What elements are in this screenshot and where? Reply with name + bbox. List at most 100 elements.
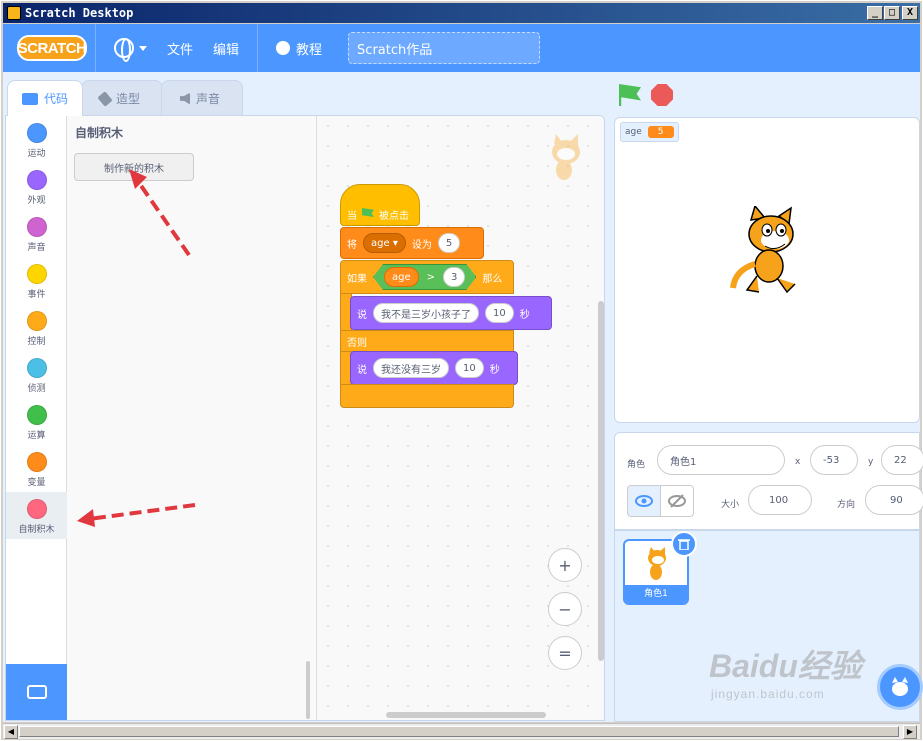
compare-input[interactable]: 3 bbox=[443, 267, 465, 287]
category-label: 侦测 bbox=[27, 384, 46, 394]
category-label: 控制 bbox=[27, 337, 46, 347]
block-label: 说 bbox=[357, 309, 367, 321]
sprite-name: 角色1 bbox=[625, 585, 687, 603]
variable-monitor[interactable]: age 5 bbox=[620, 122, 679, 142]
category-dot bbox=[26, 499, 47, 519]
minimize-button[interactable]: _ bbox=[867, 6, 883, 20]
age-reporter[interactable]: age bbox=[384, 267, 419, 287]
cat-face-icon bbox=[892, 677, 908, 696]
scrollbar-thumb[interactable] bbox=[19, 726, 899, 737]
set-variable-block[interactable]: 将 age ▾ 设为 5 bbox=[340, 227, 484, 259]
cat-thumbnail-icon bbox=[648, 547, 666, 580]
category-variables[interactable]: 变量 bbox=[6, 445, 67, 492]
script-scrollbar-horizontal[interactable] bbox=[386, 712, 546, 718]
maximize-button[interactable]: □ bbox=[884, 6, 900, 20]
value-input[interactable]: 5 bbox=[437, 233, 461, 253]
code-icon bbox=[22, 92, 38, 105]
speaker-icon bbox=[180, 92, 191, 105]
tab-label: 代码 bbox=[44, 92, 69, 106]
block-label: 如果 bbox=[347, 273, 367, 285]
category-dot bbox=[26, 358, 47, 378]
category-sound[interactable]: 声音 bbox=[6, 210, 67, 257]
category-events[interactable]: 事件 bbox=[6, 257, 67, 304]
x-label: x bbox=[795, 457, 801, 467]
category-label: 事件 bbox=[27, 290, 46, 300]
edit-menu[interactable]: 编辑 bbox=[203, 24, 249, 72]
palette-scrollbar[interactable] bbox=[306, 661, 310, 719]
sprite-info-panel: 角色 角色1 x -53 y 22 显示 大小 100 方向 90 bbox=[614, 432, 923, 530]
zoom-reset-button[interactable]: = bbox=[548, 636, 582, 670]
if-else-block[interactable]: 如果 age > 3 那么 bbox=[340, 260, 514, 294]
if-else-footer bbox=[340, 384, 514, 408]
when-flag-clicked-block[interactable]: 当 被点击 bbox=[340, 184, 420, 226]
tab-costumes[interactable]: 造型 bbox=[81, 80, 164, 116]
category-dot bbox=[26, 405, 47, 425]
category-control[interactable]: 控制 bbox=[6, 304, 67, 351]
close-button[interactable]: X bbox=[902, 6, 918, 20]
menu-separator bbox=[95, 24, 96, 72]
cat-sprite-icon[interactable] bbox=[729, 206, 815, 298]
say-for-secs-block[interactable]: 说 我不是三岁小孩子了 10 秒 bbox=[350, 296, 552, 330]
greater-than-block[interactable]: age > 3 bbox=[373, 264, 476, 290]
y-position-input[interactable]: 22 bbox=[881, 445, 923, 475]
scroll-right-arrow-icon[interactable]: ▶ bbox=[903, 725, 917, 739]
category-motion[interactable]: 运动 bbox=[6, 116, 67, 163]
stage[interactable]: age 5 bbox=[614, 117, 920, 423]
message-input[interactable]: 我还没有三岁 bbox=[373, 358, 449, 378]
tutorials-menu[interactable]: 教程 bbox=[266, 24, 332, 72]
category-dot bbox=[26, 123, 47, 143]
category-dot bbox=[26, 264, 47, 284]
sprite-name-input[interactable]: 角色1 bbox=[657, 445, 785, 475]
operator-label: > bbox=[426, 271, 436, 283]
category-dot bbox=[26, 311, 47, 331]
window-scrollbar[interactable]: ◀ ▶ bbox=[3, 723, 920, 739]
size-input[interactable]: 100 bbox=[748, 485, 812, 515]
choose-sprite-button[interactable] bbox=[877, 664, 923, 710]
tab-sounds[interactable]: 声音 bbox=[161, 80, 244, 116]
lightbulb-icon bbox=[276, 41, 291, 55]
category-label: 声音 bbox=[27, 243, 46, 253]
script-scrollbar-vertical[interactable] bbox=[598, 301, 604, 661]
palette-title: 自制积木 bbox=[75, 126, 124, 140]
direction-input[interactable]: 90 bbox=[865, 485, 923, 515]
hide-sprite-button[interactable] bbox=[660, 485, 694, 517]
green-flag-icon bbox=[362, 208, 374, 217]
add-extension-button[interactable] bbox=[6, 664, 67, 720]
seconds-input[interactable]: 10 bbox=[455, 358, 484, 378]
editor-tabs: 代码 造型 声音 bbox=[7, 80, 244, 116]
green-flag-button[interactable] bbox=[619, 84, 641, 106]
category-looks[interactable]: 外观 bbox=[6, 163, 67, 210]
seconds-input[interactable]: 10 bbox=[485, 303, 514, 323]
globe-icon bbox=[114, 38, 134, 62]
x-position-input[interactable]: -53 bbox=[810, 445, 858, 475]
script-area[interactable]: 当 被点击 将 age ▾ 设为 5 如果 age > 3 那么 说 我不是三岁… bbox=[318, 116, 604, 720]
scroll-left-arrow-icon[interactable]: ◀ bbox=[4, 725, 18, 739]
menu-bar: SCRATCH 文件 编辑 教程 Scratch作品 bbox=[3, 24, 920, 72]
variable-dropdown[interactable]: age ▾ bbox=[363, 233, 406, 253]
category-operators[interactable]: 运算 bbox=[6, 398, 67, 445]
file-menu[interactable]: 文件 bbox=[157, 24, 203, 72]
show-sprite-button[interactable] bbox=[627, 485, 661, 517]
app-icon bbox=[7, 6, 21, 20]
block-label: 设为 bbox=[411, 239, 432, 251]
tutorials-label: 教程 bbox=[296, 42, 323, 58]
watermark-url: jingyan.baidu.com bbox=[711, 687, 825, 701]
y-label: y bbox=[868, 457, 874, 467]
category-label: 运算 bbox=[27, 431, 46, 441]
language-menu[interactable] bbox=[104, 24, 157, 72]
trash-icon bbox=[678, 539, 690, 550]
message-input[interactable]: 我不是三岁小孩子了 bbox=[373, 303, 479, 323]
stop-button[interactable] bbox=[651, 84, 673, 106]
zoom-out-button[interactable]: − bbox=[548, 592, 582, 626]
monitor-label: age bbox=[625, 127, 642, 137]
project-title-input[interactable]: Scratch作品 bbox=[348, 32, 541, 64]
scratch-logo[interactable]: SCRATCH bbox=[17, 35, 87, 61]
category-my-blocks[interactable]: 自制积木 bbox=[6, 492, 67, 539]
annotation-arrow bbox=[77, 503, 196, 527]
zoom-in-button[interactable]: + bbox=[548, 548, 582, 582]
window-title: Scratch Desktop bbox=[25, 6, 134, 20]
tab-code[interactable]: 代码 bbox=[7, 80, 84, 116]
category-sensing[interactable]: 侦测 bbox=[6, 351, 67, 398]
delete-sprite-button[interactable] bbox=[671, 531, 697, 557]
say-for-secs-block[interactable]: 说 我还没有三岁 10 秒 bbox=[350, 351, 518, 385]
